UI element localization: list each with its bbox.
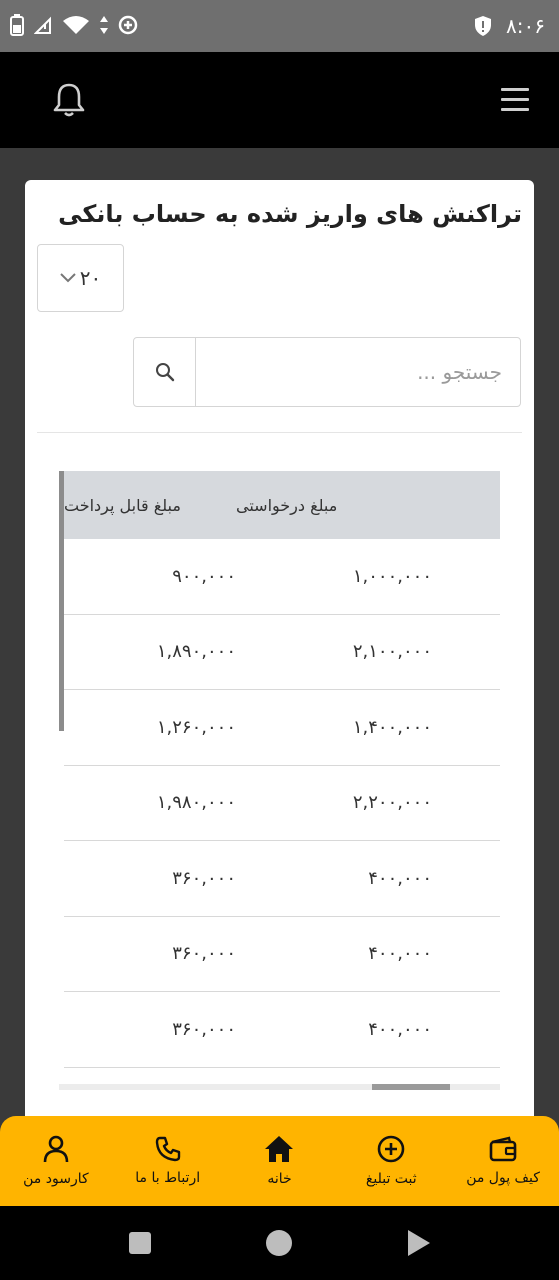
system-navigation-bar bbox=[0, 1206, 559, 1280]
search-input[interactable] bbox=[196, 338, 520, 406]
user-icon bbox=[43, 1135, 69, 1163]
table-row: ۱,۲۶۰,۰۰۰ ۱,۴۰۰,۰۰۰ bbox=[64, 690, 500, 766]
chevron-down-icon bbox=[60, 273, 76, 283]
per-page-select[interactable]: ۲۰ bbox=[37, 244, 124, 312]
nav-item-home[interactable]: خانه bbox=[224, 1116, 336, 1206]
nav-label: ثبت تبلیغ bbox=[365, 1171, 417, 1187]
battery-saver-icon bbox=[10, 14, 24, 36]
app-bar bbox=[0, 52, 559, 148]
nav-item-my-profit[interactable]: کارسود من bbox=[0, 1116, 112, 1206]
bottom-nav: کارسود من ارتباط با ما خانه ثبت تبلیغ کی… bbox=[0, 1116, 559, 1206]
payable-amount-cell: ۱,۹۸۰,۰۰۰ bbox=[156, 792, 236, 814]
table-row: ۱,۸۹۰,۰۰۰ ۲,۱۰۰,۰۰۰ bbox=[64, 615, 500, 690]
per-page-value: ۲۰ bbox=[79, 266, 102, 290]
table-header: مبلغ قابل پرداخت مبلغ درخواستی bbox=[64, 471, 500, 539]
wifi-icon bbox=[63, 16, 89, 34]
phone-icon bbox=[155, 1136, 180, 1162]
requested-amount-cell: ۲,۲۰۰,۰۰۰ bbox=[352, 792, 432, 814]
table-row: ۳۶۰,۰۰۰ ۴۰۰,۰۰۰ bbox=[64, 992, 500, 1068]
table-row: ۳۶۰,۰۰۰ ۴۰۰,۰۰۰ bbox=[64, 917, 500, 992]
hamburger-menu-icon[interactable] bbox=[501, 88, 529, 112]
requested-amount-cell: ۲,۱۰۰,۰۰۰ bbox=[352, 641, 432, 663]
payable-amount-cell: ۹۰۰,۰۰۰ bbox=[172, 565, 236, 587]
horizontal-scrollbar-thumb[interactable] bbox=[372, 1084, 450, 1090]
table-row: ۹۰۰,۰۰۰ ۱,۰۰۰,۰۰۰ bbox=[64, 539, 500, 615]
nav-label: کارسود من bbox=[23, 1171, 89, 1187]
requested-amount-cell: ۴۰۰,۰۰۰ bbox=[368, 943, 432, 965]
back-triangle-icon[interactable] bbox=[408, 1230, 430, 1256]
transactions-table-container[interactable]: مبلغ قابل پرداخت مبلغ درخواستی ۹۰۰,۰۰۰ ۱… bbox=[59, 471, 500, 1091]
page-title: تراکنش های واریز شده به حساب بانکی bbox=[58, 200, 522, 228]
header-requested-amount: مبلغ درخواستی bbox=[236, 495, 338, 515]
transactions-table: مبلغ قابل پرداخت مبلغ درخواستی ۹۰۰,۰۰۰ ۱… bbox=[64, 471, 500, 1068]
payable-amount-cell: ۳۶۰,۰۰۰ bbox=[172, 943, 236, 965]
divider bbox=[37, 432, 522, 433]
plus-circle-icon bbox=[377, 1135, 405, 1163]
search-icon bbox=[155, 363, 174, 382]
requested-amount-cell: ۱,۴۰۰,۰۰۰ bbox=[352, 716, 432, 738]
status-time: ۸:۰۶ bbox=[506, 14, 545, 38]
shield-icon bbox=[475, 16, 492, 36]
sim-alert-icon bbox=[34, 16, 51, 34]
search-group bbox=[133, 337, 521, 407]
payable-amount-cell: ۱,۲۶۰,۰۰۰ bbox=[156, 716, 236, 738]
home-button-icon[interactable] bbox=[266, 1230, 292, 1256]
nav-item-post-ad[interactable]: ثبت تبلیغ bbox=[335, 1116, 447, 1206]
search-button[interactable] bbox=[134, 338, 196, 406]
table-row: ۱,۹۸۰,۰۰۰ ۲,۲۰۰,۰۰۰ bbox=[64, 766, 500, 841]
notification-bell-icon[interactable] bbox=[52, 82, 86, 118]
transactions-card: تراکنش های واریز شده به حساب بانکی ۲۰ مب… bbox=[25, 180, 534, 1140]
table-row: ۳۶۰,۰۰۰ ۴۰۰,۰۰۰ bbox=[64, 841, 500, 917]
data-arrows-icon bbox=[100, 16, 108, 34]
status-bar: ۸:۰۶ bbox=[0, 0, 559, 52]
requested-amount-cell: ۱,۰۰۰,۰۰۰ bbox=[352, 565, 432, 587]
nav-label: خانه bbox=[267, 1171, 292, 1187]
header-payable-amount: مبلغ قابل پرداخت bbox=[64, 495, 181, 515]
requested-amount-cell: ۴۰۰,۰۰۰ bbox=[368, 1018, 432, 1040]
nav-label: کیف پول من bbox=[466, 1170, 540, 1186]
nav-label: ارتباط با ما bbox=[135, 1170, 201, 1186]
recent-apps-icon[interactable] bbox=[129, 1232, 151, 1254]
wallet-icon bbox=[489, 1136, 517, 1162]
horizontal-scrollbar[interactable] bbox=[59, 1084, 500, 1090]
nav-item-contact-us[interactable]: ارتباط با ما bbox=[112, 1116, 224, 1206]
payable-amount-cell: ۳۶۰,۰۰۰ bbox=[172, 867, 236, 889]
data-saver-icon bbox=[118, 15, 138, 35]
requested-amount-cell: ۴۰۰,۰۰۰ bbox=[368, 867, 432, 889]
home-icon bbox=[265, 1136, 294, 1162]
nav-item-my-wallet[interactable]: کیف پول من bbox=[447, 1116, 559, 1206]
payable-amount-cell: ۱,۸۹۰,۰۰۰ bbox=[156, 641, 236, 663]
payable-amount-cell: ۳۶۰,۰۰۰ bbox=[172, 1018, 236, 1040]
